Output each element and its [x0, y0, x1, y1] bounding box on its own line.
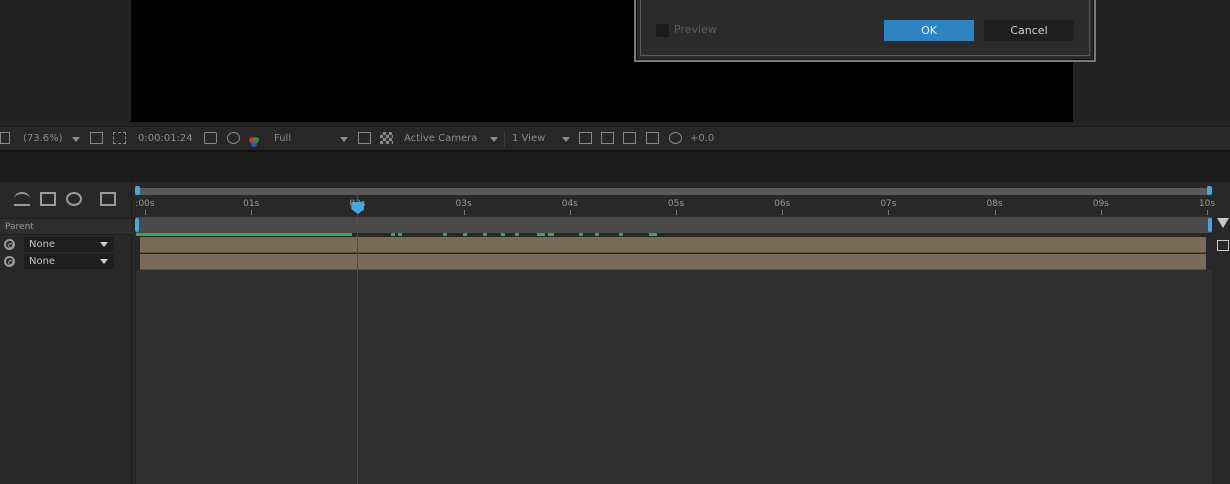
cached-frames-bar	[398, 233, 402, 236]
timeline-empty-area[interactable]	[136, 270, 1212, 484]
viewer-toolbar: (73.6%) 0:00:01:24 Full Active Camera 1 …	[0, 126, 1230, 150]
layer-row[interactable]: None	[0, 236, 132, 253]
preview-checkbox[interactable]	[656, 24, 669, 37]
ruler-tick	[994, 210, 996, 215]
comp-button-icon[interactable]	[1217, 240, 1229, 251]
cached-frames-bar	[136, 233, 352, 236]
ruler-tick-label: 03s	[455, 199, 472, 209]
camera-select[interactable]: Active Camera	[404, 133, 477, 144]
preview-label: Preview	[674, 23, 717, 36]
ruler-tick-label: 09s	[1092, 199, 1109, 209]
camera-dropdown-icon[interactable]	[490, 137, 498, 142]
cached-frames-bar	[515, 233, 519, 236]
ruler-tick-label: 10s	[1198, 199, 1216, 209]
ruler-tick	[676, 210, 677, 215]
cached-frames-bar	[483, 233, 487, 236]
cancel-button[interactable]: Cancel	[984, 20, 1074, 41]
layer-row[interactable]: None	[0, 253, 132, 270]
ruler-tick	[569, 210, 571, 215]
monitor-icon[interactable]	[0, 132, 10, 144]
ruler-tick-label: 05s	[667, 199, 685, 209]
cached-frames-bar	[537, 233, 545, 236]
navigator-end-handle[interactable]	[1207, 186, 1212, 195]
toolbar-divider	[504, 131, 505, 147]
pick-whip-icon[interactable]	[4, 256, 15, 267]
view-layout-dropdown-icon[interactable]	[562, 137, 570, 142]
ruler-tick-label: 08s	[986, 199, 1003, 209]
ruler-tick-label: :00s	[135, 199, 155, 209]
view-layout-select[interactable]: 1 View	[512, 133, 545, 144]
current-timecode[interactable]: 0:00:01:24	[138, 133, 193, 144]
work-area-bar[interactable]	[136, 217, 1212, 233]
ruler-tick	[145, 210, 146, 215]
cached-frames-bar	[619, 233, 623, 236]
parent-select[interactable]: None	[24, 237, 114, 252]
chevron-down-icon	[100, 259, 108, 264]
work-area-start-handle[interactable]	[135, 218, 139, 232]
ruler-tick	[888, 210, 890, 215]
navigator-start-handle[interactable]	[135, 186, 140, 195]
cached-frames-bar	[579, 233, 583, 236]
parent-select-value: None	[29, 256, 56, 267]
parent-column-label: Parent	[5, 222, 34, 232]
fast-previews-icon[interactable]	[358, 132, 371, 144]
panel-divider	[0, 150, 1230, 182]
ruler-tick	[1207, 210, 1208, 215]
chevron-down-icon	[100, 242, 108, 247]
zoom-dropdown-icon[interactable]	[72, 137, 80, 142]
flowchart-icon[interactable]	[646, 132, 659, 144]
ruler-tick-label: 01s	[243, 199, 260, 209]
safe-zones-icon[interactable]	[90, 132, 103, 144]
snapshot-camera-icon[interactable]	[204, 132, 217, 144]
exposure-reset-icon[interactable]	[669, 132, 682, 144]
work-area-end-handle[interactable]	[1208, 218, 1212, 232]
ruler-tick	[463, 210, 465, 215]
timeline-panel: Parent None None :00s01s02s03s04s05s06s0…	[0, 182, 1230, 484]
zoom-value[interactable]: (73.6%)	[23, 133, 63, 144]
layer-duration-bar[interactable]	[140, 237, 1206, 253]
timeline-graph-area: :00s01s02s03s04s05s06s07s08s09s10s	[133, 182, 1230, 484]
cached-frames-bar	[501, 233, 505, 236]
parent-select-value: None	[29, 239, 56, 250]
frame-blending-icon[interactable]	[40, 192, 56, 206]
show-snapshot-icon[interactable]	[227, 132, 240, 144]
cached-frames-bar	[391, 233, 395, 236]
comp-marker-bin-icon[interactable]	[1217, 218, 1229, 228]
toggle-pixel-aspect-icon[interactable]	[579, 132, 592, 144]
ok-button[interactable]: OK	[884, 20, 974, 41]
cached-frames-bar	[548, 233, 554, 236]
color-channels-icon[interactable]	[248, 133, 260, 147]
motion-blur-icon[interactable]	[66, 192, 82, 206]
resolution-dropdown-icon[interactable]	[340, 137, 348, 142]
time-ruler[interactable]: :00s01s02s03s04s05s06s07s08s09s10s	[133, 197, 1216, 217]
pick-whip-icon[interactable]	[4, 239, 15, 250]
cached-frames-bar	[443, 233, 447, 236]
effect-dialog: Preview OK Cancel	[634, 0, 1096, 62]
ruler-tick	[782, 210, 784, 215]
layer-duration-bar[interactable]	[140, 254, 1206, 270]
cached-frames-bar	[649, 233, 657, 236]
ruler-tick	[251, 210, 253, 215]
parent-column-header: Parent	[0, 218, 132, 235]
cached-frames-bar	[463, 233, 467, 236]
graph-editor-icon[interactable]	[100, 192, 116, 206]
cached-frames-bar	[595, 233, 599, 236]
exposure-value[interactable]: +0.0	[690, 133, 714, 144]
transparency-grid-icon[interactable]	[380, 132, 393, 144]
time-navigator-bar[interactable]	[136, 188, 1212, 195]
ruler-tick-label: 04s	[561, 199, 578, 209]
ruler-tick-label: 06s	[774, 199, 791, 209]
current-time-indicator-line[interactable]	[357, 190, 359, 484]
ruler-tick	[1100, 210, 1102, 215]
draft-3d-icon[interactable]	[14, 192, 30, 206]
resolution-select[interactable]: Full	[274, 133, 291, 144]
timeline-icon[interactable]	[623, 132, 636, 144]
layer-controls-panel: Parent None None	[0, 182, 132, 484]
fast-preview-lightning-icon[interactable]	[601, 132, 614, 144]
parent-select[interactable]: None	[24, 254, 114, 269]
region-of-interest-icon[interactable]	[113, 132, 126, 144]
ruler-tick-label: 07s	[880, 199, 897, 209]
